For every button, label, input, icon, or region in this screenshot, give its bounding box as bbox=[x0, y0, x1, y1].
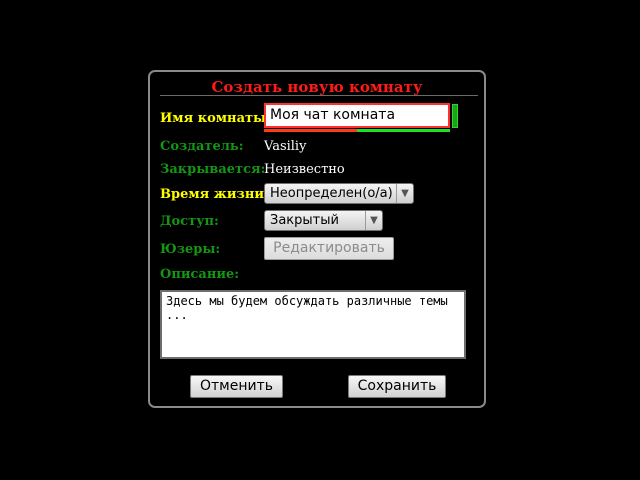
closes-label: Закрывается: bbox=[160, 162, 266, 177]
description-textarea[interactable]: Здесь мы будем обсуждать различные темы … bbox=[160, 290, 466, 359]
room-name-length-meter-fill bbox=[264, 129, 357, 132]
creator-label: Создатель: bbox=[160, 139, 244, 154]
lifetime-selected-value: Неопределен(о/а) bbox=[270, 186, 393, 201]
dialog-title: Создать новую комнату bbox=[211, 78, 423, 96]
access-label: Доступ: bbox=[160, 214, 219, 229]
triangle-down-icon: ▼ bbox=[396, 184, 413, 203]
room-name-label: Имя комнаты: bbox=[160, 111, 271, 126]
edit-users-button[interactable]: Редактировать bbox=[264, 237, 394, 260]
cancel-button[interactable]: Отменить bbox=[190, 375, 283, 398]
room-name-input[interactable]: Моя чат комната bbox=[264, 103, 450, 128]
closes-value: Неизвестно bbox=[264, 162, 345, 177]
access-select[interactable]: Закрытый ▼ bbox=[264, 210, 383, 231]
creator-value: Vasiliy bbox=[264, 139, 307, 154]
room-name-status-indicator bbox=[452, 104, 458, 128]
room-name-length-meter bbox=[264, 129, 450, 132]
description-label: Описание: bbox=[160, 267, 240, 282]
create-room-dialog: Создать новую комнату Имя комнаты: Моя ч… bbox=[148, 70, 486, 408]
title-divider bbox=[160, 95, 478, 96]
lifetime-label: Время жизни: bbox=[160, 187, 269, 202]
users-label: Юзеры: bbox=[160, 242, 221, 257]
lifetime-select[interactable]: Неопределен(о/а) ▼ bbox=[264, 183, 414, 204]
triangle-down-icon: ▼ bbox=[365, 211, 382, 230]
save-button[interactable]: Сохранить bbox=[348, 375, 446, 398]
access-selected-value: Закрытый bbox=[270, 213, 339, 228]
